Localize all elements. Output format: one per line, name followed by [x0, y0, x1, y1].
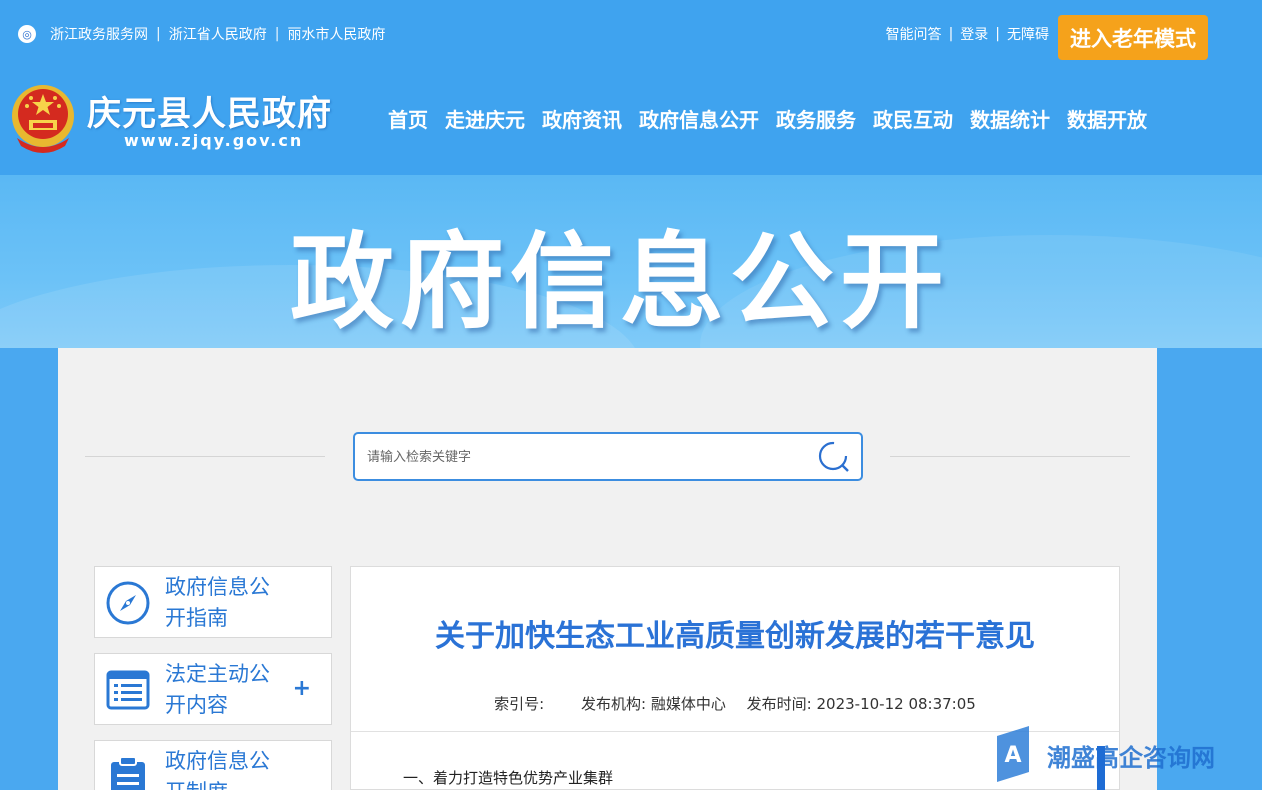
site-name[interactable]: 庆元县人民政府 [87, 86, 332, 135]
search-icon[interactable] [817, 440, 851, 474]
globe-icon: ◎ [18, 25, 36, 43]
login-link[interactable]: 登录 [960, 24, 988, 44]
nav-open-data[interactable]: 数据开放 [1067, 104, 1147, 133]
section-banner: 政府信息公开 [0, 175, 1262, 348]
toplink-ls-gov[interactable]: 丽水市人民政府 [287, 24, 385, 44]
divider-right [890, 456, 1130, 457]
utility-links: 智能问答 | 登录 | 无障碍 [885, 24, 1049, 44]
publish-time-label: 发布时间: [746, 695, 812, 713]
publisher-label: 发布机构: [581, 695, 647, 713]
sidebar-item-system[interactable]: 政府信息公开制度 [94, 740, 332, 790]
watermark-text: 潮盛高企咨询网 [1047, 743, 1215, 772]
compass-icon [106, 581, 150, 625]
site-header: ◎ 浙江政务服务网 | 浙江省人民政府 | 丽水市人民政府 智能问答 | 登录 … [0, 0, 1262, 175]
nav-about[interactable]: 走进庆元 [445, 104, 525, 133]
nav-statistics[interactable]: 数据统计 [970, 104, 1050, 133]
svg-text:A: A [1004, 743, 1021, 768]
elder-mode-button[interactable]: 进入老年模式 [1058, 15, 1208, 60]
sidebar-item-label: 法定主动公开内容 [165, 662, 270, 717]
search-box [353, 432, 863, 481]
banner-title: 政府信息公开 [290, 221, 951, 343]
toplink-zj-gov[interactable]: 浙江省人民政府 [169, 24, 267, 44]
article-meta: 索引号: 发布机构: 融媒体中心 发布时间: 2023-10-12 08:37:… [351, 693, 1119, 714]
watermark-logo-icon: A [997, 726, 1029, 782]
toplink-zjzwfw[interactable]: 浙江政务服务网 [50, 24, 148, 44]
nav-home[interactable]: 首页 [388, 104, 428, 133]
nav-interaction[interactable]: 政民互动 [873, 104, 953, 133]
main-panel: 政府信息公开指南 法定主动公开内容 + 政府信息公开制度 关于加快生态工业高质量… [58, 348, 1157, 790]
publisher-value: 融媒体中心 [650, 695, 726, 713]
site-url: www.zjqy.gov.cn [124, 131, 304, 150]
sidebar-item-label: 政府信息公开制度 [165, 749, 270, 790]
list-icon [106, 670, 150, 710]
top-links: ◎ 浙江政务服务网 | 浙江省人民政府 | 丽水市人民政府 [18, 24, 385, 44]
national-emblem-icon [12, 85, 74, 153]
publisher: 发布机构: 融媒体中心 [581, 695, 726, 713]
divider-left [85, 456, 325, 457]
nav-services[interactable]: 政务服务 [776, 104, 856, 133]
main-nav: 首页 走进庆元 政府资讯 政府信息公开 政务服务 政民互动 数据统计 数据开放 [388, 104, 1147, 133]
article-title: 关于加快生态工业高质量创新发展的若干意见 [435, 619, 1035, 654]
sidebar-item-label: 政府信息公开指南 [165, 575, 270, 630]
search-input[interactable] [367, 446, 787, 468]
watermark: A 潮盛高企咨询网 [993, 726, 1233, 790]
accessibility-link[interactable]: 无障碍 [1007, 24, 1049, 44]
clipboard-icon [111, 756, 145, 790]
sidebar-item-guide[interactable]: 政府信息公开指南 [94, 566, 332, 638]
sidebar-item-statutory-content[interactable]: 法定主动公开内容 + [94, 653, 332, 725]
expand-icon[interactable]: + [293, 676, 311, 701]
smart-qa-link[interactable]: 智能问答 [886, 24, 942, 44]
article-first-heading: 一、着力打造特色优势产业集群 [403, 769, 614, 787]
nav-info-disclosure[interactable]: 政府信息公开 [639, 104, 759, 133]
publish-time-value: 2023-10-12 08:37:05 [816, 695, 976, 713]
publish-time: 发布时间: 2023-10-12 08:37:05 [747, 695, 976, 713]
nav-news[interactable]: 政府资讯 [542, 104, 622, 133]
index-label: 索引号: [494, 695, 545, 713]
